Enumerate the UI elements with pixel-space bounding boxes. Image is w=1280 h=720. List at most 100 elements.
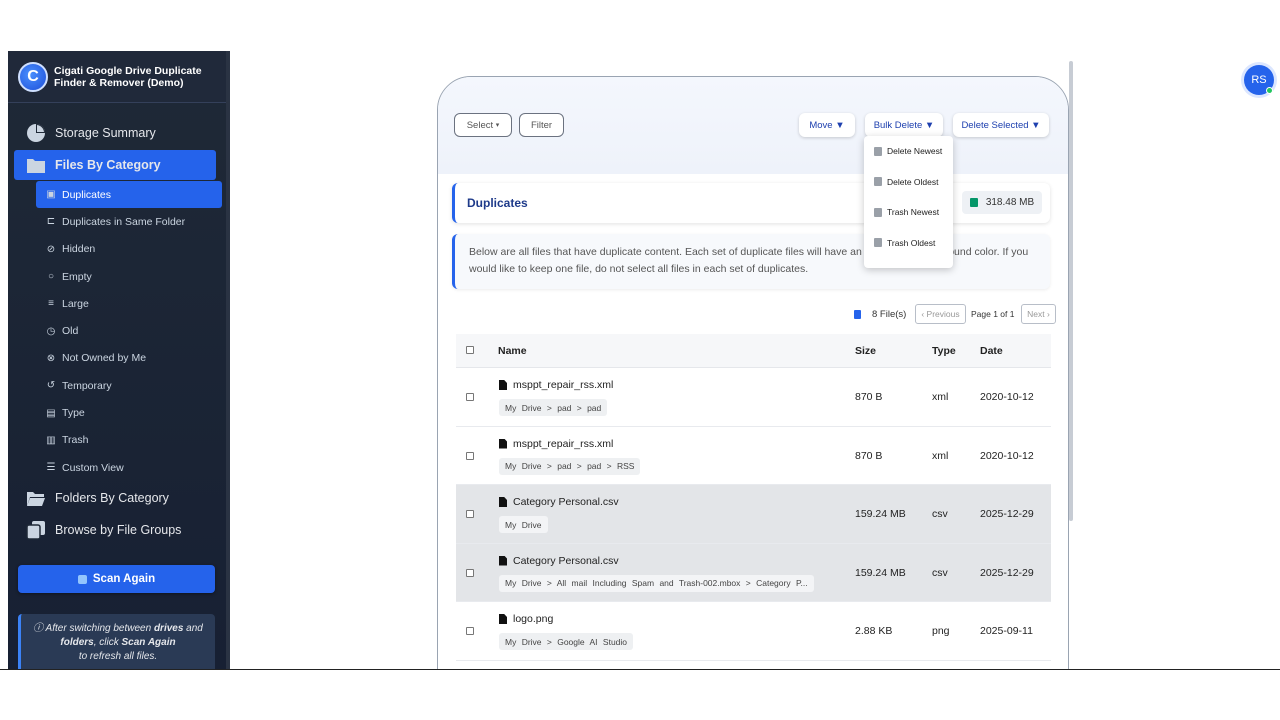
row-checkbox[interactable] bbox=[466, 510, 474, 518]
file-name: logo.png bbox=[499, 613, 553, 625]
file-path: My Drive > Google AI Studio bbox=[499, 633, 634, 650]
sidebar-item-duplicates[interactable]: ▣ Duplicates bbox=[36, 181, 222, 209]
nav-folders-by-category[interactable]: Folders By Category bbox=[8, 483, 226, 513]
row-checkbox[interactable] bbox=[466, 451, 474, 460]
table-header: Name Size Type Date bbox=[456, 334, 1051, 368]
bulk-delete-button[interactable]: Bulk Delete ▼ bbox=[865, 113, 943, 137]
folder-tree-icon: ⊏ bbox=[46, 216, 56, 228]
menu-item-trash-oldest[interactable]: Trash Oldest bbox=[864, 228, 953, 259]
main-panel: Select ▾ Filter Move ▼ Bulk Delete ▼ Del… bbox=[437, 76, 1069, 669]
duplicates-header: Duplicates 318.48 MB bbox=[452, 183, 1050, 223]
file-date: 2025-09-11 bbox=[980, 625, 1033, 637]
section-title: Duplicates bbox=[467, 196, 528, 210]
sidebar-item-type[interactable]: ▤ Type bbox=[8, 399, 226, 426]
file-size: 159.24 MB bbox=[855, 566, 906, 579]
menu-item-delete-oldest[interactable]: Delete Oldest bbox=[864, 167, 953, 198]
table-row[interactable]: logo.png My Drive > Google AI Studio 2.8… bbox=[456, 602, 1051, 661]
app-logo: C bbox=[18, 61, 48, 92]
table-row[interactable]: msppt_repair_rss.xml My Drive > pad > pa… bbox=[456, 427, 1051, 485]
scan-again-button[interactable]: Scan Again bbox=[18, 565, 215, 593]
nav-label: Storage Summary bbox=[55, 126, 156, 140]
file-type: xml bbox=[932, 449, 949, 462]
nav-browse-file-groups[interactable]: Browse by File Groups bbox=[8, 515, 226, 545]
file-name: Category Personal.csv bbox=[499, 496, 619, 508]
file-icon bbox=[499, 497, 507, 507]
file-type: csv bbox=[932, 566, 948, 579]
app-title: Cigati Google Drive Duplicate Finder & R… bbox=[54, 64, 202, 89]
bulk-delete-menu: Delete Newest Delete Oldest Trash Newest… bbox=[864, 136, 953, 268]
select-dropdown-button[interactable]: Select ▾ bbox=[454, 113, 512, 137]
sidebar-item-trash[interactable]: ▥ Trash bbox=[8, 427, 226, 454]
table-row[interactable]: Category Personal.csv My Drive 159.24 MB… bbox=[456, 485, 1051, 544]
info-icon: ⓘ bbox=[33, 623, 46, 634]
move-button[interactable]: Move ▼ bbox=[799, 113, 855, 137]
file-icon: ▤ bbox=[46, 407, 56, 419]
row-checkbox[interactable] bbox=[466, 393, 474, 401]
sidebar-item-hidden[interactable]: ⊘ Hidden bbox=[8, 236, 226, 263]
row-checkbox[interactable] bbox=[466, 568, 474, 577]
total-size-badge: 318.48 MB bbox=[962, 191, 1042, 214]
sidebar-item-temporary[interactable]: ↺ Temporary bbox=[8, 372, 226, 399]
next-page-button[interactable]: Next › bbox=[1021, 304, 1056, 324]
table-row[interactable]: Category Personal.csv My Drive > All mai… bbox=[456, 543, 1051, 602]
file-date: 2025-12-29 bbox=[980, 566, 1034, 579]
sidebar-item-empty[interactable]: ○ Empty bbox=[8, 263, 226, 290]
file-name: Category Personal.csv bbox=[499, 555, 619, 567]
sidebar-item-old[interactable]: ◷ Old bbox=[8, 317, 226, 344]
file-icon bbox=[499, 438, 507, 449]
database-icon: ≡ bbox=[48, 298, 54, 310]
files-table: Name Size Type Date msppt_repair_rss.xml… bbox=[456, 334, 1051, 661]
file-icon bbox=[499, 614, 507, 624]
copy-icon bbox=[26, 520, 46, 541]
trash-icon bbox=[874, 177, 882, 187]
file-date: 2020-10-12 bbox=[980, 449, 1034, 462]
nav-storage-summary[interactable]: Storage Summary bbox=[8, 118, 226, 148]
nav-label: Browse by File Groups bbox=[55, 523, 182, 538]
database-icon bbox=[969, 198, 978, 207]
file-count: 8 File(s) bbox=[854, 304, 906, 324]
caret-down-icon: ▾ bbox=[495, 122, 500, 129]
file-path: My Drive > pad > pad bbox=[499, 399, 608, 416]
sidebar: C Cigati Google Drive Duplicate Finder &… bbox=[8, 51, 230, 669]
file-path: My Drive > pad > pad > RSS bbox=[499, 457, 641, 475]
clock-icon: ◷ bbox=[46, 325, 56, 337]
file-size: 159.24 MB bbox=[855, 508, 906, 520]
select-all-checkbox[interactable] bbox=[466, 346, 474, 354]
file-path: My Drive bbox=[499, 516, 548, 533]
duplicates-icon: ▣ bbox=[46, 189, 56, 201]
nav-label: Folders By Category bbox=[55, 491, 169, 506]
main-scrollbar[interactable] bbox=[1069, 61, 1073, 521]
file-name: msppt_repair_rss.xml bbox=[499, 379, 613, 391]
nav-label: Files By Category bbox=[55, 158, 161, 172]
toolbar-area: Select ▾ Filter Move ▼ Bulk Delete ▼ Del… bbox=[438, 77, 1068, 174]
scan-info-note: ⓘ After switching between drives and fol… bbox=[18, 614, 215, 669]
nav-files-by-category[interactable]: Files By Category bbox=[14, 150, 216, 180]
menu-item-delete-newest[interactable]: Delete Newest bbox=[864, 136, 953, 167]
file-icon bbox=[499, 380, 507, 390]
online-status-dot bbox=[1266, 87, 1273, 94]
column-date[interactable]: Date bbox=[980, 345, 1003, 357]
filter-button[interactable]: Filter bbox=[519, 113, 564, 137]
sidebar-item-large[interactable]: ≡ Large bbox=[8, 290, 226, 317]
table-row[interactable]: msppt_repair_rss.xml My Drive > pad > pa… bbox=[456, 368, 1051, 427]
trash-icon: ▥ bbox=[46, 434, 56, 446]
menu-item-trash-newest[interactable]: Trash Newest bbox=[864, 197, 953, 228]
file-size: 870 B bbox=[855, 449, 883, 462]
column-name[interactable]: Name bbox=[498, 345, 527, 357]
sidebar-item-duplicates-same-folder[interactable]: ⊏ Duplicates in Same Folder bbox=[8, 208, 226, 235]
page-info: Page 1 of 1 bbox=[971, 309, 1015, 319]
column-type[interactable]: Type bbox=[932, 345, 956, 357]
circle-icon: ○ bbox=[47, 271, 55, 283]
file-path: My Drive > All mail Including Spam and T… bbox=[499, 574, 814, 592]
column-size[interactable]: Size bbox=[855, 345, 876, 357]
delete-selected-button[interactable]: Delete Selected ▼ bbox=[953, 113, 1049, 137]
file-size: 2.88 KB bbox=[855, 625, 893, 637]
previous-page-button[interactable]: ‹ Previous bbox=[915, 304, 966, 324]
eye-slash-icon: ⊘ bbox=[46, 243, 56, 255]
file-type: csv bbox=[932, 508, 948, 520]
sidebar-item-custom-view[interactable]: ☰ Custom View bbox=[8, 454, 226, 481]
row-checkbox[interactable] bbox=[466, 627, 474, 635]
folder-icon bbox=[26, 155, 46, 175]
file-name: msppt_repair_rss.xml bbox=[499, 438, 613, 450]
sidebar-item-not-owned[interactable]: ⊗ Not Owned by Me bbox=[8, 345, 226, 372]
